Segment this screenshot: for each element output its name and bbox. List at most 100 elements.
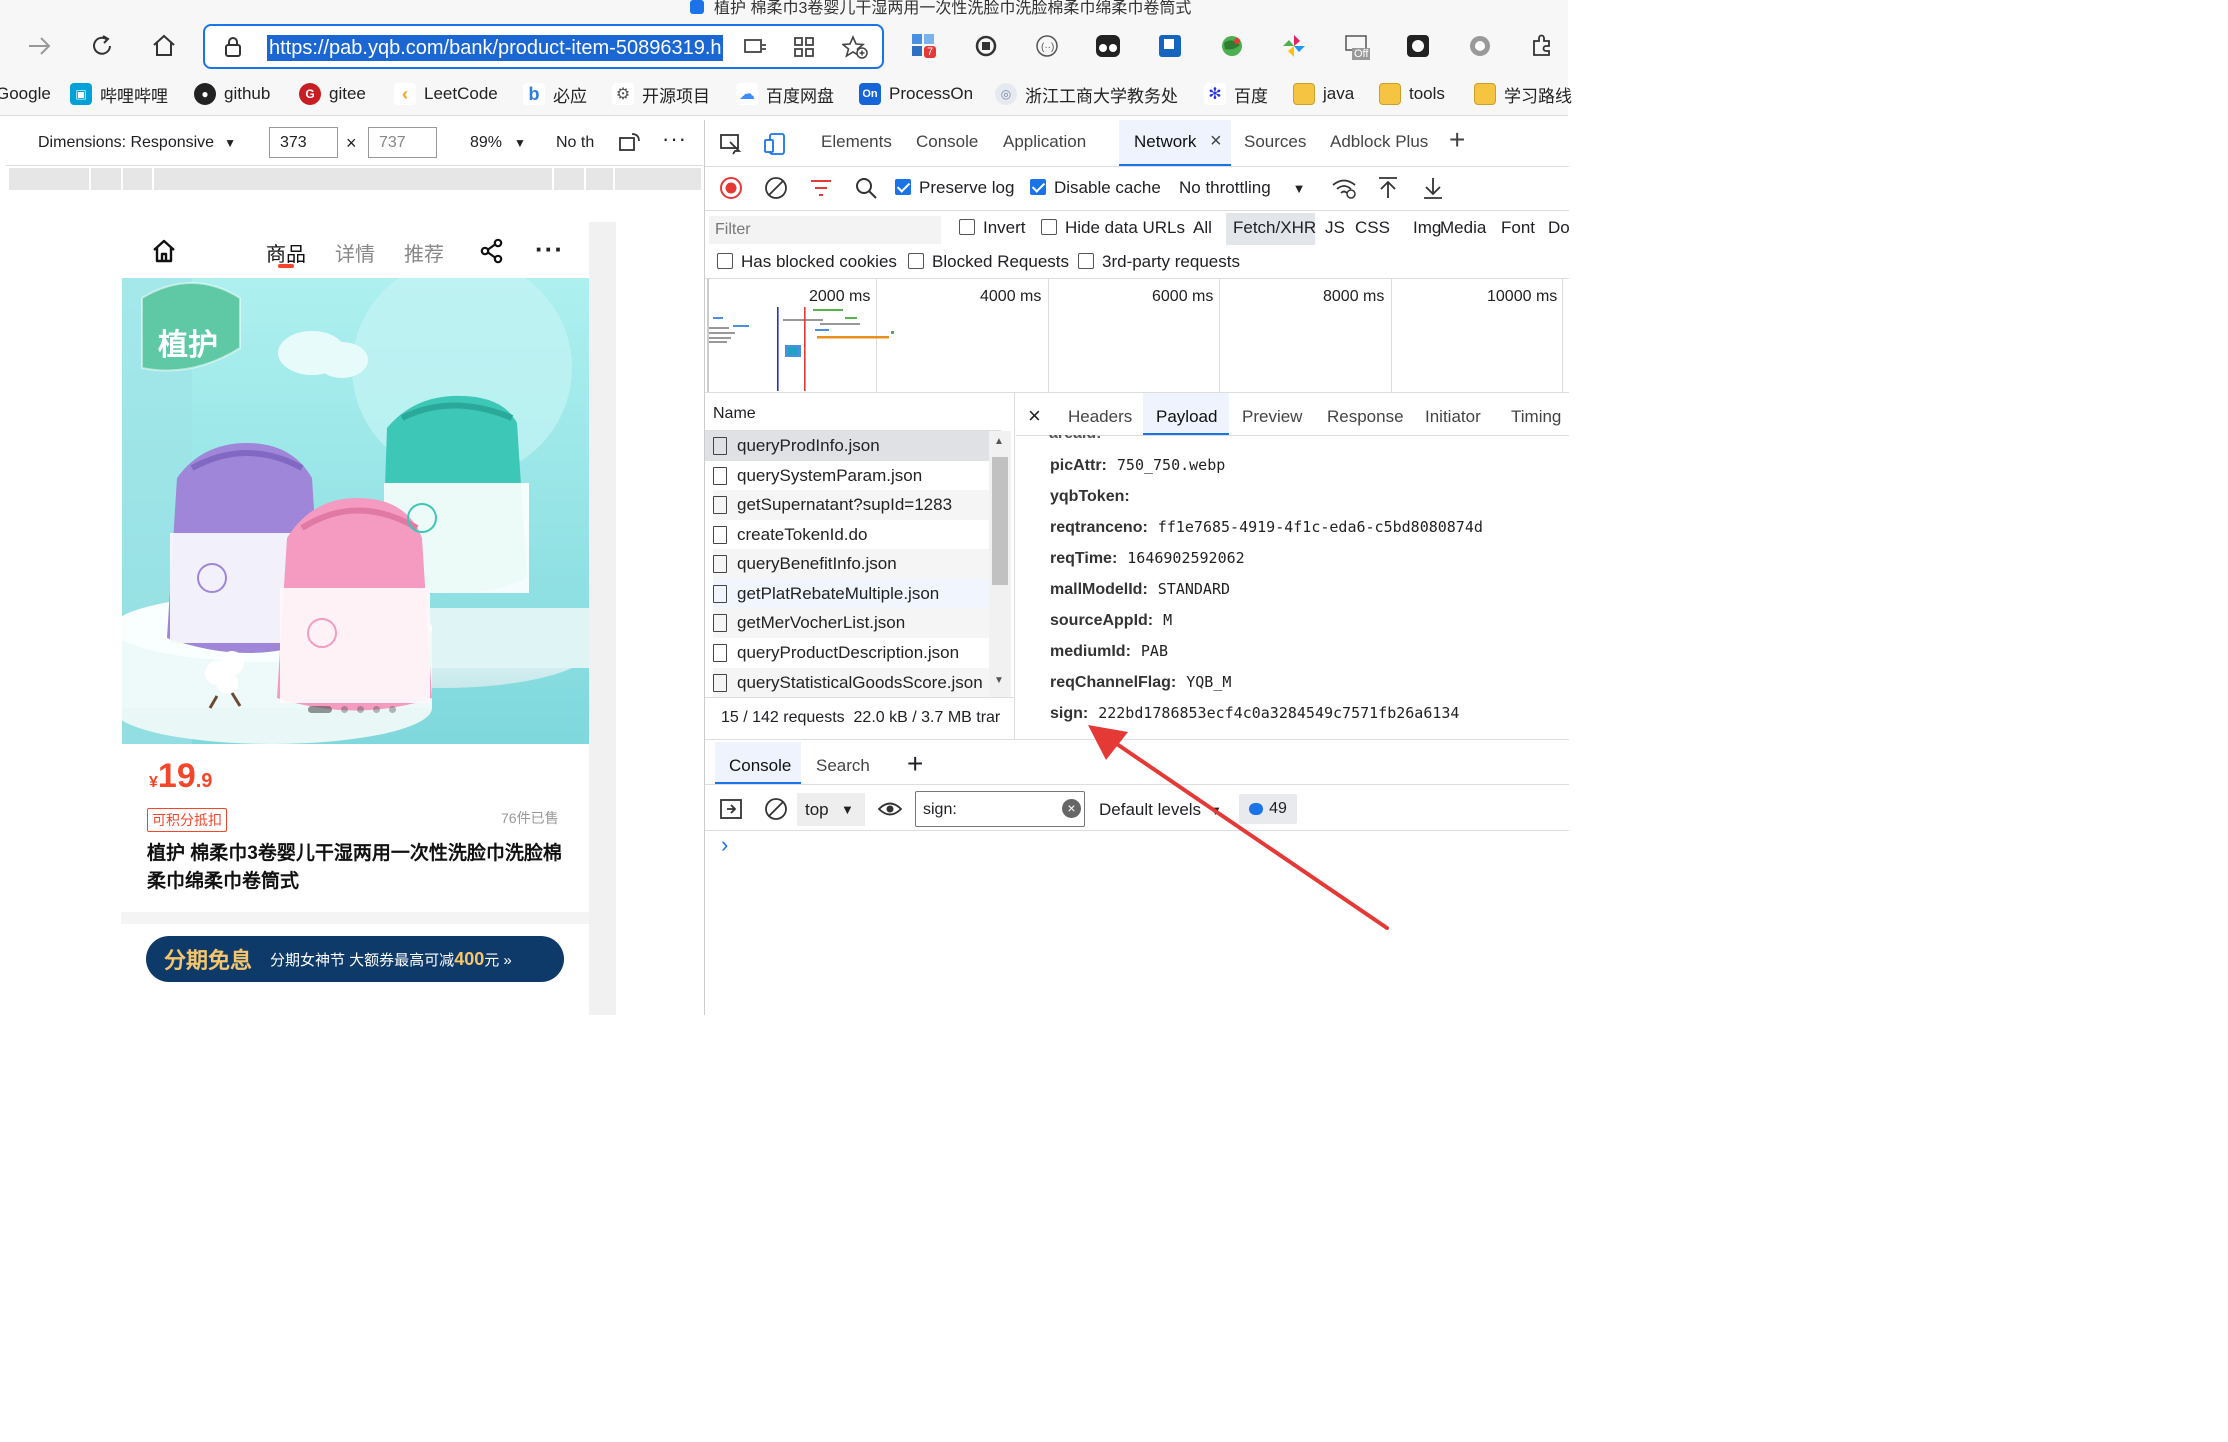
extensions-puzzle-icon[interactable] (1528, 32, 1556, 60)
rotate-icon[interactable] (618, 132, 642, 154)
request-row[interactable]: queryStatisticalGoodsScore.json (713, 668, 989, 698)
reload-icon[interactable] (88, 32, 116, 60)
tab-goods[interactable]: 商品 (266, 238, 306, 267)
request-row[interactable]: getPlatRebateMultiple.json (713, 579, 989, 609)
bookmark-folder-tools[interactable]: tools (1379, 80, 1445, 108)
console-prompt[interactable]: › (721, 832, 728, 858)
throttle-select[interactable]: No th (556, 134, 594, 152)
payload-row[interactable]: reqTime: 1646902592062 (1050, 549, 1245, 568)
bookmark-bing[interactable]: b 必应 (523, 80, 587, 108)
bookmark-baidu-netdisk[interactable]: ☁ 百度网盘 (736, 80, 834, 108)
scroll-thumb[interactable] (992, 457, 1008, 585)
request-row[interactable]: querySystemParam.json (713, 461, 989, 491)
record-icon[interactable] (719, 176, 743, 200)
lock-icon[interactable] (223, 36, 243, 58)
carousel-dot[interactable] (389, 706, 396, 713)
detail-tab-payload[interactable]: Payload (1156, 407, 1217, 427)
tab-sources[interactable]: Sources (1244, 132, 1306, 152)
installment-banner[interactable]: 分期免息 分期女神节 大额券最高可减 400 元 » (146, 936, 564, 982)
add-favorite-icon[interactable] (842, 35, 868, 59)
home-icon[interactable] (150, 32, 178, 60)
add-tab-icon[interactable]: + (1449, 124, 1465, 156)
invert-checkbox[interactable]: Invert (959, 218, 1026, 238)
tab-adblock[interactable]: Adblock Plus (1330, 132, 1428, 152)
request-row[interactable]: createTokenId.do (713, 520, 989, 550)
clear-icon[interactable] (764, 176, 788, 200)
blocked-cookies-checkbox[interactable]: Has blocked cookies (717, 252, 897, 272)
bookmark-bilibili[interactable]: ▣ 哔哩哔哩 (70, 80, 168, 108)
payload-row[interactable]: picAttr: 750_750.webp (1050, 456, 1225, 475)
home-icon[interactable] (151, 238, 177, 264)
context-select[interactable]: top ▼ (797, 793, 865, 826)
github-extension-icon[interactable] (1404, 32, 1432, 60)
bookmark-folder-learning[interactable]: 学习路线 (1474, 80, 1572, 108)
apps-grid-icon[interactable] (793, 36, 815, 58)
carousel-dot[interactable] (357, 706, 364, 713)
bookmark-google[interactable]: Google (0, 80, 51, 108)
height-input[interactable]: 737 (368, 127, 437, 158)
pinwheel-extension-icon[interactable] (1280, 32, 1308, 60)
code-extension-icon[interactable]: (··) (1033, 32, 1061, 60)
network-filter-input[interactable]: Filter (709, 216, 941, 244)
request-row[interactable]: queryProductDescription.json (713, 638, 989, 668)
preserve-log-checkbox[interactable]: Preserve log (895, 178, 1014, 198)
export-har-icon[interactable] (1422, 176, 1444, 200)
url-text[interactable]: https://pab.yqb.com/bank/product-item-50… (267, 35, 723, 61)
extension-manager-icon[interactable]: 7 (910, 32, 938, 60)
import-har-icon[interactable] (1377, 176, 1399, 200)
payload-row[interactable]: mallModelId: STANDARD (1050, 580, 1230, 599)
type-css[interactable]: CSS (1355, 218, 1390, 238)
detail-tab-timing[interactable]: Timing (1511, 407, 1561, 427)
type-fetch-xhr[interactable]: Fetch/XHR (1233, 218, 1316, 238)
bookmark-opensource[interactable]: ⚙ 开源项目 (612, 80, 710, 108)
tab-console[interactable]: Console (916, 132, 978, 152)
bookmark-extension-icon[interactable] (1156, 32, 1184, 60)
timeline-overview[interactable]: 2000 ms 4000 ms 6000 ms 8000 ms 10000 ms (705, 279, 1569, 392)
drawer-tab-console[interactable]: Console (729, 756, 791, 776)
tab-detail[interactable]: 详情 (335, 238, 375, 267)
type-js[interactable]: JS (1325, 218, 1345, 238)
tab-application[interactable]: Application (1003, 132, 1086, 152)
name-column-header[interactable]: Name (713, 405, 756, 423)
payload-row[interactable]: mediumId: PAB (1050, 642, 1168, 661)
payload-row[interactable]: reqtranceno: ff1e7685-4919-4f1c-eda6-c5bd… (1050, 518, 1483, 537)
page-scrollbar[interactable] (589, 222, 616, 1015)
type-doc[interactable]: Do (1548, 218, 1570, 238)
bookmark-baidu[interactable]: ✻ 百度 (1204, 80, 1268, 108)
detail-tab-preview[interactable]: Preview (1242, 407, 1302, 427)
request-row[interactable]: queryBenefitInfo.json (713, 549, 989, 579)
type-img[interactable]: Img (1413, 218, 1441, 238)
type-media[interactable]: Media (1440, 218, 1486, 238)
network-conditions-icon[interactable] (1331, 177, 1357, 199)
tab-recommend[interactable]: 推荐 (404, 238, 444, 267)
detail-tab-initiator[interactable]: Initiator (1425, 407, 1481, 427)
carousel-dot[interactable] (341, 706, 348, 713)
requests-scrollbar[interactable]: ▲ ▼ (989, 431, 1011, 697)
off-extension-icon[interactable]: Off (1342, 32, 1371, 60)
bookmark-university[interactable]: ◎ 浙江工商大学教务处 (995, 80, 1178, 108)
forward-icon[interactable] (26, 32, 54, 60)
inspect-element-icon[interactable] (719, 132, 743, 156)
sidebar-toggle-icon[interactable] (719, 798, 743, 820)
scroll-up-icon[interactable]: ▲ (994, 436, 1004, 447)
drawer-tab-search[interactable]: Search (816, 756, 870, 776)
drawer-add-tab-icon[interactable]: + (907, 748, 923, 780)
detail-tab-headers[interactable]: Headers (1068, 407, 1132, 427)
carousel-dot[interactable] (373, 706, 380, 713)
bookmark-leetcode[interactable]: ‹ LeetCode (394, 80, 498, 108)
close-detail-icon[interactable]: × (1028, 403, 1041, 429)
search-icon[interactable] (854, 176, 878, 200)
third-party-checkbox[interactable]: 3rd-party requests (1078, 252, 1240, 272)
scroll-down-icon[interactable]: ▼ (994, 675, 1004, 686)
clear-filter-icon[interactable]: × (1062, 799, 1081, 818)
tampermonkey-icon[interactable] (1094, 32, 1122, 60)
more-options-icon[interactable]: ··· (662, 126, 687, 152)
bookmark-folder-java[interactable]: java (1293, 80, 1354, 108)
carousel-dot-active[interactable] (308, 706, 332, 713)
clear-console-icon[interactable] (764, 797, 788, 821)
dimensions-select[interactable]: Dimensions: Responsive ▼ (38, 134, 236, 152)
more-icon[interactable]: ··· (535, 234, 564, 265)
share-icon[interactable] (479, 238, 505, 264)
globe-extension-icon[interactable] (1218, 32, 1246, 60)
disable-cache-checkbox[interactable]: Disable cache (1030, 178, 1161, 198)
